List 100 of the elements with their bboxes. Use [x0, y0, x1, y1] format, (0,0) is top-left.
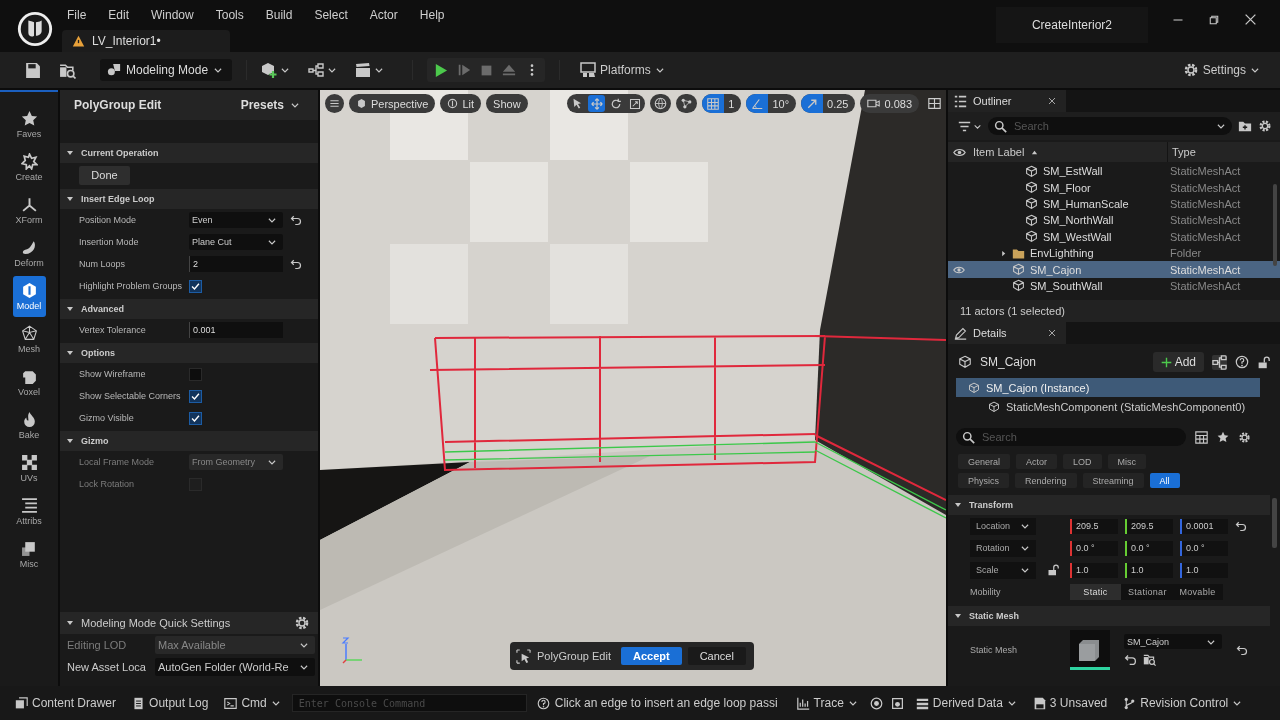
section-header[interactable]: Transform: [948, 495, 1270, 515]
section-header[interactable]: Gizmo: [60, 431, 318, 451]
filter-tab[interactable]: All: [1149, 473, 1180, 488]
menu-item[interactable]: Select: [303, 8, 359, 22]
close-icon[interactable]: [1244, 13, 1257, 26]
dropdown[interactable]: Plane Cut: [189, 234, 283, 250]
back-arrow-icon[interactable]: [1124, 653, 1137, 666]
document-tab[interactable]: LV_Interior1•: [62, 30, 230, 52]
filter-tab[interactable]: Physics: [958, 473, 1009, 488]
record-icon[interactable]: [869, 696, 883, 710]
number-field[interactable]: 1.0: [1180, 562, 1228, 578]
reset-icon[interactable]: [290, 258, 302, 270]
settings-icon[interactable]: [294, 615, 310, 631]
menu-item[interactable]: Build: [254, 8, 304, 22]
checkbox[interactable]: [189, 411, 202, 425]
number-field[interactable]: 209.5: [1125, 518, 1173, 534]
output-log-button[interactable]: Output Log: [127, 696, 214, 710]
platforms-button[interactable]: Platforms: [574, 62, 671, 78]
done-button[interactable]: Done: [79, 165, 130, 185]
dropdown[interactable]: SM_Cajon: [1124, 634, 1222, 649]
mode-palette-item[interactable]: UVs: [12, 448, 46, 489]
dropdown[interactable]: AutoGen Folder (World-Re: [155, 658, 315, 676]
camera-speed-button[interactable]: 0.083: [860, 94, 919, 113]
mobility-option[interactable]: Stationar: [1121, 584, 1172, 600]
show-button[interactable]: Show: [486, 94, 528, 113]
number-field[interactable]: 209.5: [1070, 518, 1118, 534]
settings-button[interactable]: Settings: [1176, 62, 1266, 78]
reset-icon[interactable]: [1235, 520, 1247, 532]
layout-icon[interactable]: [928, 97, 941, 110]
mobility-option[interactable]: Static: [1070, 584, 1121, 600]
outliner-row[interactable]: SM_SouthWall StaticMeshAct: [948, 277, 1280, 295]
menu-item[interactable]: Edit: [97, 8, 141, 22]
section-header[interactable]: Advanced: [60, 299, 318, 319]
dropdown[interactable]: Location: [970, 517, 1036, 535]
menu-item[interactable]: Window: [140, 8, 205, 22]
filter-tab[interactable]: Actor: [1016, 454, 1058, 469]
star-icon[interactable]: [1217, 431, 1229, 443]
cancel-button[interactable]: Cancel: [687, 647, 746, 665]
number-field[interactable]: 1.0: [1125, 562, 1173, 578]
mode-palette-item[interactable]: Create: [12, 147, 46, 188]
panel-tab[interactable]: Outliner: [948, 90, 1066, 112]
number-field[interactable]: 0.0 °: [1070, 540, 1118, 556]
checkbox[interactable]: [189, 389, 202, 403]
mode-palette-item[interactable]: Mesh: [12, 319, 46, 360]
mode-palette-item[interactable]: Attribs: [12, 491, 46, 532]
cinematics-button[interactable]: [355, 62, 385, 78]
search-box[interactable]: Search: [988, 117, 1232, 135]
outliner-row[interactable]: SM_EstWall StaticMeshAct: [948, 163, 1280, 180]
expand-arrow-icon[interactable]: [1000, 249, 1007, 257]
panel-tab[interactable]: Details: [948, 322, 1066, 344]
section-header[interactable]: Static Mesh: [948, 606, 1270, 626]
stop-icon[interactable]: [480, 63, 494, 77]
mode-palette-item[interactable]: Bake: [12, 405, 46, 446]
section-header[interactable]: Current Operation: [60, 143, 318, 163]
step-icon[interactable]: [457, 63, 472, 77]
settings-icon[interactable]: [1238, 430, 1251, 444]
menu-item[interactable]: File: [65, 8, 98, 22]
close-icon[interactable]: [1048, 97, 1056, 105]
dropdown[interactable]: Scale: [970, 561, 1036, 579]
save-icon[interactable]: [24, 61, 41, 79]
folder-search-icon[interactable]: [59, 61, 76, 79]
mode-palette-item[interactable]: Voxel: [12, 362, 46, 403]
dropdown[interactable]: Even: [189, 212, 283, 228]
mode-palette-item[interactable]: Faves: [12, 104, 46, 145]
reset-icon[interactable]: [290, 214, 302, 226]
trace-dropdown[interactable]: Trace: [791, 696, 863, 710]
search-box[interactable]: Search: [956, 428, 1186, 446]
scale-snap[interactable]: 0.25: [801, 94, 856, 113]
section-header[interactable]: Options: [60, 343, 318, 363]
number-field[interactable]: 2: [189, 256, 283, 272]
help-icon[interactable]: [1235, 355, 1249, 369]
checkbox[interactable]: [189, 279, 202, 293]
transform-tool[interactable]: [588, 95, 606, 112]
settings-icon[interactable]: [1258, 119, 1272, 133]
snapshot-icon[interactable]: [890, 696, 904, 710]
presets-button[interactable]: Presets: [234, 97, 306, 113]
restore-icon[interactable]: [1208, 13, 1220, 26]
component-row[interactable]: StaticMeshComponent (StaticMeshComponent0): [956, 397, 1260, 416]
mobility-option[interactable]: Movable: [1172, 584, 1223, 600]
add-folder-icon[interactable]: [1238, 119, 1252, 133]
outliner-row[interactable]: SM_HumanScale StaticMeshAct: [948, 195, 1280, 213]
component-row[interactable]: SM_Cajon (Instance): [956, 378, 1260, 397]
accept-button[interactable]: Accept: [621, 647, 682, 665]
mesh-thumbnail[interactable]: [1070, 630, 1110, 670]
lit-button[interactable]: Lit: [440, 94, 482, 113]
outliner-row[interactable]: SM_Floor StaticMeshAct: [948, 179, 1280, 196]
mode-palette-item[interactable]: XForm: [12, 190, 46, 231]
outliner-row[interactable]: SM_NorthWall StaticMeshAct: [948, 212, 1280, 229]
menu-item[interactable]: Tools: [204, 8, 255, 22]
close-icon[interactable]: [1048, 329, 1056, 337]
unlock-icon[interactable]: [1047, 564, 1059, 576]
checkbox[interactable]: [189, 367, 202, 381]
derived-data-dropdown[interactable]: Derived Data: [910, 696, 1022, 710]
folder-search-icon[interactable]: [1143, 653, 1156, 666]
number-field[interactable]: 0.0001: [1180, 518, 1228, 534]
add-button[interactable]: Add: [1152, 352, 1204, 372]
number-field[interactable]: 0.001: [189, 322, 283, 338]
filter-tab[interactable]: General: [958, 454, 1011, 469]
cmd-dropdown[interactable]: Cmd: [219, 696, 286, 710]
play-icon[interactable]: [433, 62, 449, 78]
